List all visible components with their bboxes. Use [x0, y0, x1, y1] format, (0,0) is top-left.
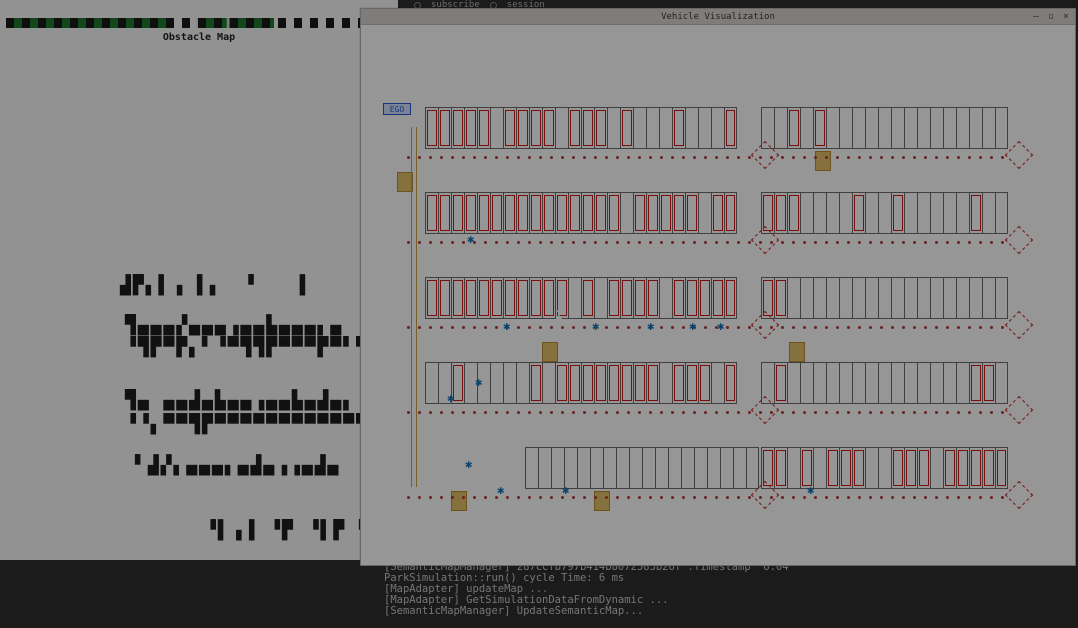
obstacle-glyphs-5: ▝▝▖▀▀▜▛▀▀▀▀▀▀▀▀▀▀▀▘ [125, 414, 369, 435]
visualization-canvas[interactable]: EGO ✱✱✱✱✱✱✱✱✱✱✱✱ 1 [361, 25, 1075, 565]
obstacle-map-panel: Obstacle Map ▟▛▖▌▗ ▌▖ ▘ ▌ ▜▄▄▄▞▄▄▄▗▄▄▙▄▄… [0, 0, 398, 560]
parking-lot: ✱✱✱✱✱✱✱✱✱✱✱✱ [407, 107, 1037, 467]
obstacle-glyphs-2: ▜▄▄▄▞▄▄▄▗▄▄▙▄▄▄▖▄ [125, 315, 343, 336]
window-title: Vehicle Visualization [661, 12, 775, 22]
marker-1: 1 [555, 308, 562, 322]
obstacle-glyphs-7: ▝▌▗▐ ▝▛ ▝▌▛ ▘ [205, 520, 372, 541]
obstacle-map-title: Obstacle Map [0, 32, 398, 43]
maximize-icon[interactable]: ▫ [1046, 11, 1056, 21]
obstacle-glyphs-6: ▘▟▞▖▄▄▄▖▄▟▄▗▗▄▟▄ [135, 455, 340, 476]
obstacle-glyphs-1: ▟▛▖▌▗ ▌▖ ▘ ▌ [120, 275, 313, 296]
noise-strip [6, 18, 394, 28]
log-line: [SemanticMapManager] UpdateSemanticMap..… [384, 606, 1074, 617]
obstacle-glyphs-3: ▝▜▛▀▛▖▘▝▀▜▜▛▀▀▀▛▀▘▘ [125, 337, 369, 358]
close-icon[interactable]: × [1061, 11, 1071, 21]
vehicle-visualization-window[interactable]: Vehicle Visualization – ▫ × EGO ✱✱✱✱✱✱✱✱… [360, 8, 1076, 566]
window-titlebar[interactable]: Vehicle Visualization – ▫ × [361, 9, 1075, 25]
minimize-icon[interactable]: – [1031, 11, 1041, 21]
terminal-log[interactable]: [SemanticMapManager] 287ccfb797b414b8072… [380, 560, 1078, 628]
obstacle-glyphs-4: ▜▄ ▄▄▟▄▙▄▄▗▄▄▙▄▟▄▖▗ [125, 390, 369, 411]
